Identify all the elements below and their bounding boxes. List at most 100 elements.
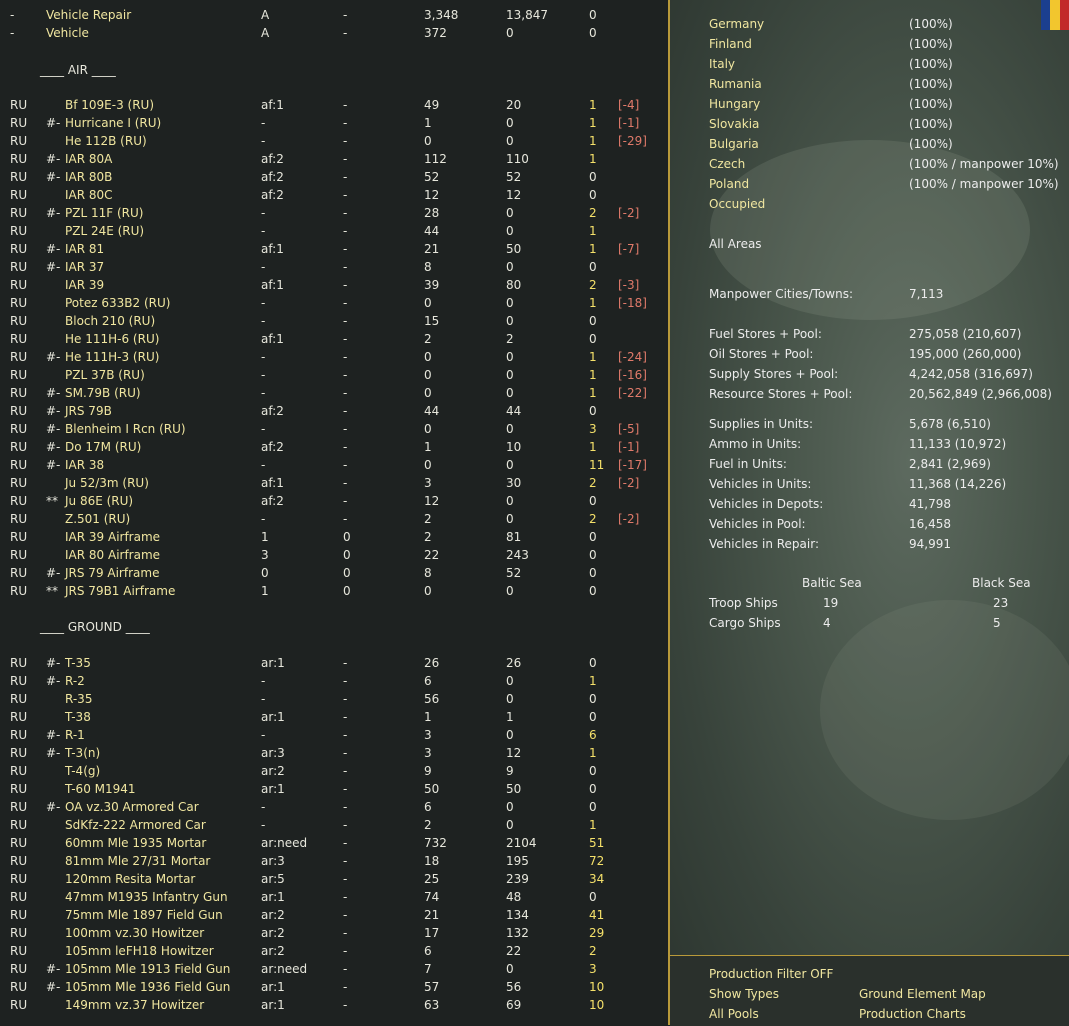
- production-row[interactable]: RU IAR 39 Airframe 1 0 2 81 0: [0, 528, 668, 546]
- element-name[interactable]: 81mm Mle 27/31 Mortar: [65, 852, 210, 870]
- element-name[interactable]: 75mm Mle 1897 Field Gun: [65, 906, 223, 924]
- area-item[interactable]: Italy: [709, 55, 735, 73]
- ground-element-map-button[interactable]: Ground Element Map: [859, 984, 986, 1004]
- element-name[interactable]: PZL 11F (RU): [65, 204, 143, 222]
- element-name[interactable]: JRS 79B: [65, 402, 112, 420]
- element-name[interactable]: IAR 80 Airframe: [65, 546, 160, 564]
- production-filter-button[interactable]: Production Filter OFF: [709, 964, 833, 984]
- element-name[interactable]: He 111H-6 (RU): [65, 330, 159, 348]
- element-name[interactable]: IAR 80C: [65, 186, 113, 204]
- element-name[interactable]: IAR 37: [65, 258, 104, 276]
- show-types-button[interactable]: Show Types: [709, 984, 779, 1004]
- element-name[interactable]: R-2: [65, 672, 85, 690]
- production-row[interactable]: - Vehicle A - 372 0 0: [0, 24, 668, 42]
- area-item[interactable]: Germany: [709, 15, 764, 33]
- element-name[interactable]: Vehicle: [46, 24, 89, 42]
- production-row[interactable]: RU R-35 - - 56 0 0: [0, 690, 668, 708]
- element-name[interactable]: JRS 79B1 Airframe: [65, 582, 175, 600]
- element-name[interactable]: Z.501 (RU): [65, 510, 130, 528]
- production-row[interactable]: RU #- OA vz.30 Armored Car - - 6 0 0: [0, 798, 668, 816]
- element-name[interactable]: 100mm vz.30 Howitzer: [65, 924, 204, 942]
- element-name[interactable]: Ju 52/3m (RU): [65, 474, 149, 492]
- area-item[interactable]: Czech: [709, 155, 745, 173]
- production-row[interactable]: RU 105mm leFH18 Howitzer ar:2-6 22 2: [0, 942, 668, 960]
- element-name[interactable]: Bloch 210 (RU): [65, 312, 155, 330]
- production-row[interactable]: RU Bf 109E-3 (RU) af:1 - 49 20 1 [-4]: [0, 96, 668, 114]
- element-name[interactable]: OA vz.30 Armored Car: [65, 798, 199, 816]
- production-row[interactable]: RU #- PZL 11F (RU) - - 28 0 2 [-2]: [0, 204, 668, 222]
- production-row[interactable]: RU 149mm vz.37 Howitzer ar:1 - 63 69 10: [0, 996, 668, 1014]
- all-pools-button[interactable]: All Pools: [709, 1004, 759, 1024]
- production-row[interactable]: RU 120mm Resita Mortar ar:5 - 25 239 34: [0, 870, 668, 888]
- element-name[interactable]: SM.79B (RU): [65, 384, 141, 402]
- production-row[interactable]: RU T-4(g) ar:2 - 9 9 0: [0, 762, 668, 780]
- production-row[interactable]: RU 60mm Mle 1935 Mortar ar:need - 732 2104 51: [0, 834, 668, 852]
- area-item[interactable]: Occupied: [709, 195, 765, 213]
- production-row[interactable]: RU #- R-1 - - 3 0 6: [0, 726, 668, 744]
- element-name[interactable]: 105mm leFH18 Howitzer: [65, 942, 214, 960]
- element-name[interactable]: Bf 109E-3 (RU): [65, 96, 154, 114]
- production-row[interactable]: RU #- R-2 - - 6 0 1: [0, 672, 668, 690]
- production-row[interactable]: RU SdKfz-222 Armored Car - - 2 0 1: [0, 816, 668, 834]
- production-row[interactable]: RU #- IAR 80A af:2 - 112 110 1: [0, 150, 668, 168]
- element-name[interactable]: IAR 38: [65, 456, 104, 474]
- element-name[interactable]: IAR 39 Airframe: [65, 528, 160, 546]
- production-row[interactable]: RU Z.501 (RU) - - 2 0 2 [-2]: [0, 510, 668, 528]
- production-row[interactable]: RU IAR 39 af:1 - 39 80 2 [-3]: [0, 276, 668, 294]
- production-row[interactable]: RU #- Hurricane I (RU) - - 1 0 1 [-1]: [0, 114, 668, 132]
- element-name[interactable]: Blenheim I Rcn (RU): [65, 420, 186, 438]
- production-row[interactable]: RU Potez 633B2 (RU) - - 0 0 1 [-18]: [0, 294, 668, 312]
- production-row[interactable]: RU #- T-35 ar:1 - 26 26 0: [0, 654, 668, 672]
- production-row[interactable]: RU #- Blenheim I Rcn (RU) - - 0 0 3 [-5]: [0, 420, 668, 438]
- element-name[interactable]: 105mm Mle 1936 Field Gun: [65, 978, 230, 996]
- production-row[interactable]: RU T-60 M1941 ar:1 - 50 50 0: [0, 780, 668, 798]
- production-row[interactable]: RU Ju 52/3m (RU) af:1 - 3 30 2 [-2]: [0, 474, 668, 492]
- element-name[interactable]: JRS 79 Airframe: [65, 564, 159, 582]
- element-name[interactable]: PZL 37B (RU): [65, 366, 145, 384]
- element-name[interactable]: Do 17M (RU): [65, 438, 141, 456]
- production-charts-button[interactable]: Production Charts: [859, 1004, 966, 1024]
- production-row[interactable]: RU #- He 111H-3 (RU) - - 0 0 1 [-24]: [0, 348, 668, 366]
- production-row[interactable]: RU #- Do 17M (RU) af:2 - 1 10 1 [-1]: [0, 438, 668, 456]
- area-item[interactable]: Slovakia: [709, 115, 759, 133]
- production-row[interactable]: RU Bloch 210 (RU) - - 15 0 0: [0, 312, 668, 330]
- production-row[interactable]: RU PZL 37B (RU) - - 0 0 1 [-16]: [0, 366, 668, 384]
- production-row[interactable]: RU #- JRS 79 Airframe 0 0 8 52 0: [0, 564, 668, 582]
- area-item[interactable]: Poland: [709, 175, 749, 193]
- element-name[interactable]: He 112B (RU): [65, 132, 147, 150]
- area-item[interactable]: Rumania: [709, 75, 762, 93]
- element-name[interactable]: IAR 80A: [65, 150, 112, 168]
- production-row[interactable]: RU #- IAR 37 - - 8 0 0: [0, 258, 668, 276]
- element-name[interactable]: IAR 39: [65, 276, 104, 294]
- production-row[interactable]: RU He 111H-6 (RU) af:1 - 2 2 0: [0, 330, 668, 348]
- production-row[interactable]: RU 100mm vz.30 Howitzer ar:2 - 17 132 29: [0, 924, 668, 942]
- element-name[interactable]: Ju 86E (RU): [65, 492, 133, 510]
- all-areas-link[interactable]: All Areas: [709, 235, 762, 253]
- production-row[interactable]: RU #- 105mm Mle 1913 Field Gun ar:need - 7 0 3: [0, 960, 668, 978]
- element-name[interactable]: T-4(g): [65, 762, 100, 780]
- element-name[interactable]: Potez 633B2 (RU): [65, 294, 170, 312]
- element-name[interactable]: R-35: [65, 690, 92, 708]
- element-name[interactable]: T-3(n): [65, 744, 100, 762]
- element-name[interactable]: He 111H-3 (RU): [65, 348, 159, 366]
- element-name[interactable]: Hurricane I (RU): [65, 114, 161, 132]
- element-name[interactable]: IAR 81: [65, 240, 104, 258]
- production-row[interactable]: RU IAR 80 Airframe 3 0 22 243 0: [0, 546, 668, 564]
- element-name[interactable]: 47mm M1935 Infantry Gun: [65, 888, 228, 906]
- production-row[interactable]: RU #- JRS 79B af:2 - 44 44 0: [0, 402, 668, 420]
- production-row[interactable]: RU ** JRS 79B1 Airframe 1 0 0 0 0: [0, 582, 668, 600]
- element-name[interactable]: Vehicle Repair: [46, 6, 131, 24]
- production-row[interactable]: - Vehicle Repair A - 3,348 13,847 0: [0, 6, 668, 24]
- element-name[interactable]: 60mm Mle 1935 Mortar: [65, 834, 206, 852]
- element-name[interactable]: T-35: [65, 654, 91, 672]
- element-name[interactable]: PZL 24E (RU): [65, 222, 144, 240]
- element-name[interactable]: T-38: [65, 708, 91, 726]
- area-item[interactable]: Hungary: [709, 95, 760, 113]
- production-row[interactable]: RU 75mm Mle 1897 Field Gun ar:2 - 21 134 41: [0, 906, 668, 924]
- production-row[interactable]: RU T-38 ar:1 - 1 1 0: [0, 708, 668, 726]
- production-row[interactable]: RU PZL 24E (RU) - - 44 0 1: [0, 222, 668, 240]
- element-name[interactable]: IAR 80B: [65, 168, 112, 186]
- production-row[interactable]: RU He 112B (RU) - - 0 0 1 [-29]: [0, 132, 668, 150]
- area-item[interactable]: Bulgaria: [709, 135, 759, 153]
- element-name[interactable]: R-1: [65, 726, 85, 744]
